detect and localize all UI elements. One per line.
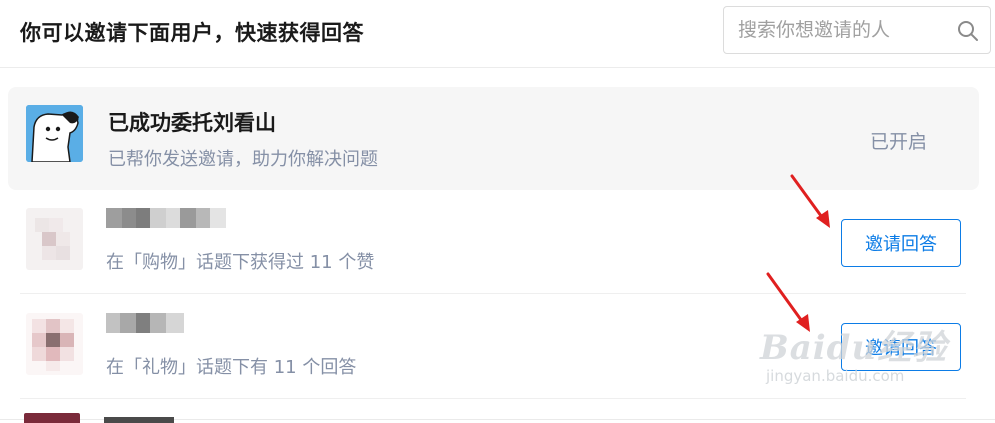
red-arrow-icon (790, 174, 830, 228)
invite-answer-button[interactable]: 邀请回答 (841, 219, 961, 267)
featured-description: 已帮你发送邀请，助力你解决问题 (108, 149, 378, 170)
avatar (26, 313, 83, 375)
blurred-avatar-icon (26, 208, 83, 270)
red-arrow-icon (766, 272, 810, 332)
dog-mascot-icon (26, 105, 83, 162)
next-row-avatar-partial (24, 413, 80, 423)
next-row-name-partial (104, 417, 174, 423)
list-item: 在「礼物」话题下有 11 个回答 邀请回答 (20, 295, 966, 399)
avatar (26, 105, 83, 162)
search-icon[interactable] (956, 19, 980, 43)
user-name-blurred (106, 313, 184, 333)
featured-name: 已成功委托刘看山 (108, 111, 276, 135)
invite-header: 你可以邀请下面用户，快速获得回答 (0, 0, 995, 68)
avatar (26, 208, 83, 270)
status-label: 已开启 (870, 131, 928, 153)
invite-answer-button[interactable]: 邀请回答 (841, 323, 961, 371)
search-box[interactable] (723, 6, 991, 54)
user-description: 在「礼物」话题下有 11 个回答 (106, 357, 357, 378)
user-name-blurred (106, 208, 226, 228)
page-title: 你可以邀请下面用户，快速获得回答 (20, 21, 364, 45)
user-description: 在「购物」话题下获得过 11 个赞 (106, 252, 375, 273)
search-input[interactable] (738, 17, 948, 43)
blurred-avatar-icon (26, 313, 83, 375)
